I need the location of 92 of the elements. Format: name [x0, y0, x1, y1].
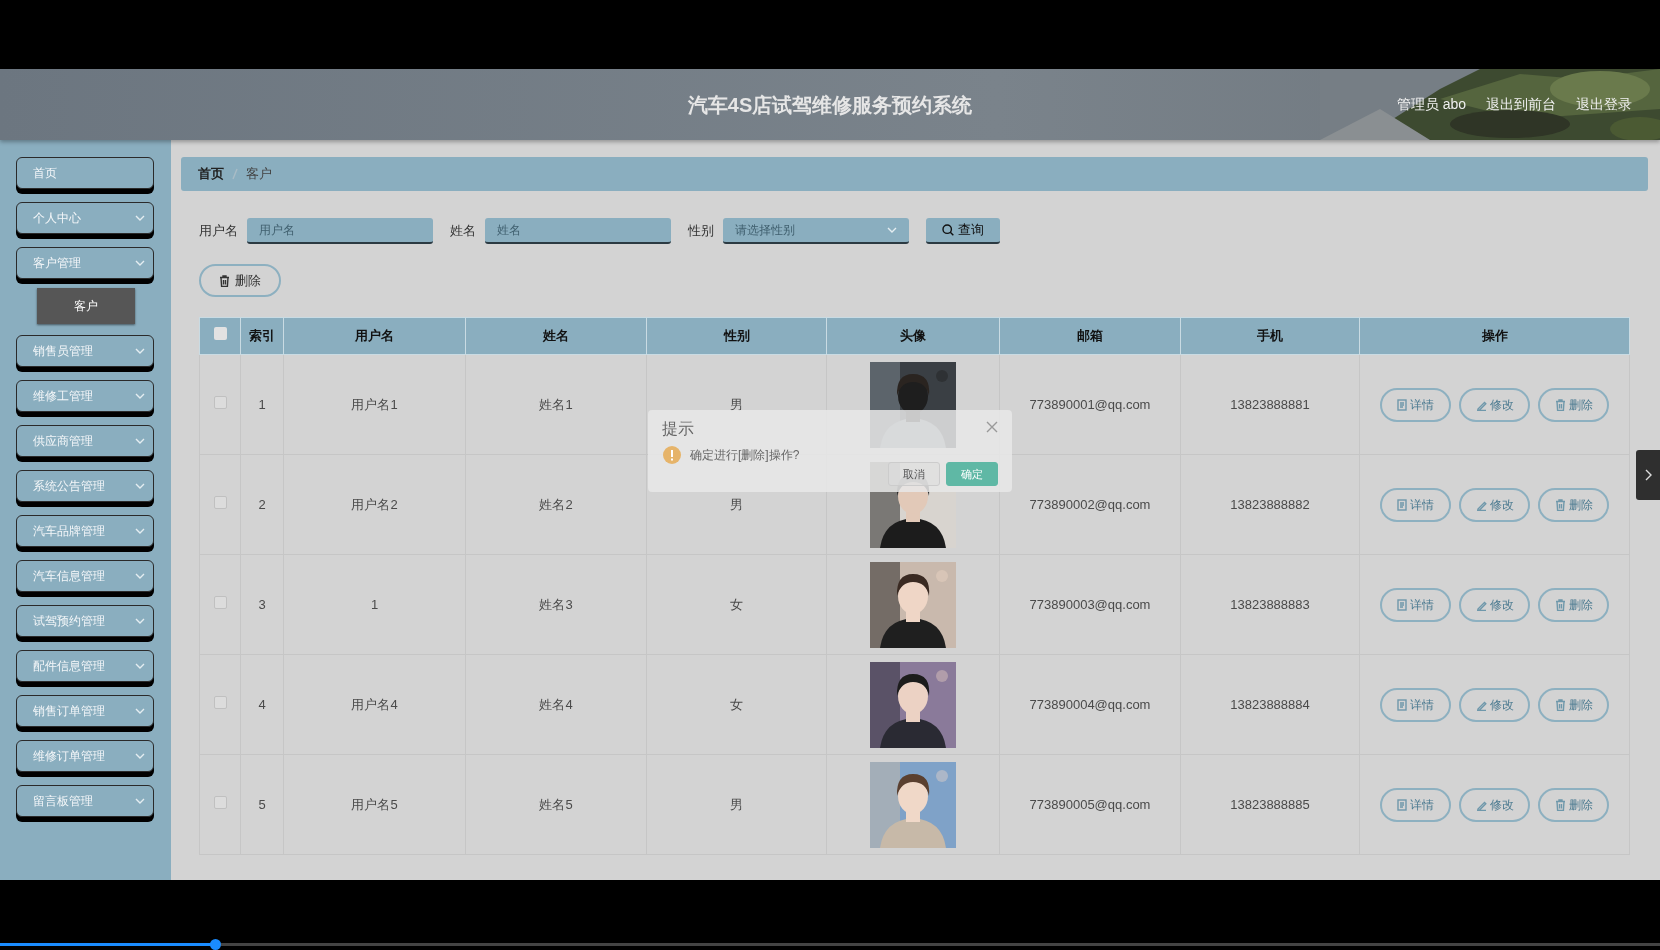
seek-handle[interactable] [209, 939, 221, 950]
delete-button[interactable]: 删除 [1538, 487, 1609, 522]
trash-icon [1554, 698, 1566, 711]
field-label: 姓名 [450, 222, 476, 241]
document-icon [1397, 698, 1407, 711]
dialog-title: 提示 [662, 419, 694, 439]
edit-button[interactable]: 修改 [1459, 587, 1530, 622]
table-cell: 773890003@qq.com [999, 554, 1181, 655]
trash-icon [1554, 598, 1566, 611]
delete-button[interactable]: 删除 [1538, 787, 1609, 822]
search-button[interactable]: 查询 [926, 218, 1000, 244]
table-cell: 13823888885 [1180, 754, 1360, 855]
column-header: 索引 [240, 317, 284, 355]
table-cell: 5 [240, 754, 284, 855]
table-cell: 773890004@qq.com [999, 654, 1181, 755]
app-title: 汽车4S店试驾维修服务预约系统 [687, 92, 973, 118]
table-cell: 姓名2 [465, 454, 647, 555]
delete-button[interactable]: 删除 [1538, 687, 1609, 722]
document-icon [1397, 798, 1407, 811]
document-icon [1397, 398, 1407, 411]
delete-button[interactable]: 删除 [1538, 387, 1609, 422]
column-header: 姓名 [465, 317, 647, 355]
header-link[interactable]: 退出到前台 [1486, 94, 1556, 115]
cancel-button[interactable]: 取消 [888, 462, 940, 486]
document-icon [1397, 498, 1407, 511]
details-button[interactable]: 详情 [1380, 587, 1451, 622]
details-button[interactable]: 详情 [1380, 687, 1451, 722]
breadcrumb-item[interactable]: 首页 [198, 164, 224, 184]
column-header: 性别 [646, 317, 827, 355]
edit-button[interactable]: 修改 [1459, 687, 1530, 722]
field-label: 性别 [688, 222, 714, 241]
table-cell: 773890005@qq.com [999, 754, 1181, 855]
checkbox[interactable] [213, 595, 227, 609]
chevron-right-icon [1644, 469, 1652, 481]
edit-button[interactable]: 修改 [1459, 387, 1530, 422]
checkbox[interactable] [213, 395, 227, 409]
table-cell: 13823888882 [1180, 454, 1360, 555]
breadcrumb-item: 客户 [246, 165, 272, 184]
table-cell: 用户名4 [283, 654, 466, 755]
column-header: 头像 [826, 317, 1000, 355]
input-field[interactable]: 用户名 [247, 218, 433, 244]
header-link[interactable]: 退出登录 [1576, 94, 1632, 115]
column-header: 用户名 [283, 317, 466, 355]
trash-icon [1554, 498, 1566, 511]
chevron-down-icon [887, 227, 897, 233]
checkbox[interactable] [213, 795, 227, 809]
side-tab[interactable] [1636, 450, 1660, 500]
trash-icon [1554, 798, 1566, 811]
table-cell: 13823888884 [1180, 654, 1360, 755]
checkbox[interactable] [213, 695, 227, 709]
slash-icon [232, 168, 238, 180]
delete-button[interactable]: 删除 [199, 264, 281, 297]
table-cell: 男 [646, 754, 827, 855]
field-label: 用户名 [199, 222, 238, 241]
table-cell: 姓名5 [465, 754, 647, 855]
table-cell: 用户名1 [283, 354, 466, 455]
table-cell: 姓名4 [465, 654, 647, 755]
table-cell: 1 [240, 354, 284, 455]
table-cell: 4 [240, 654, 284, 755]
admin-label: 管理员 abo [1396, 95, 1466, 114]
table-cell: 女 [646, 554, 827, 655]
trash-icon [219, 274, 230, 287]
sidebar-subitem[interactable]: 客户 [37, 288, 135, 324]
column-header: 邮箱 [999, 317, 1181, 355]
table-cell: 1 [283, 554, 466, 655]
input-field[interactable]: 姓名 [485, 218, 671, 244]
search-icon [942, 224, 954, 236]
table-cell: 13823888883 [1180, 554, 1360, 655]
close-icon[interactable] [986, 421, 998, 433]
details-button[interactable]: 详情 [1380, 787, 1451, 822]
table-cell: 姓名1 [465, 354, 647, 455]
column-header: 手机 [1180, 317, 1360, 355]
checkbox[interactable] [213, 495, 227, 509]
select-field[interactable]: 请选择性别 [723, 218, 909, 244]
trash-icon [1554, 398, 1566, 411]
table-cell: 用户名5 [283, 754, 466, 855]
details-button[interactable]: 详情 [1380, 387, 1451, 422]
confirm-button[interactable]: 确定 [946, 462, 998, 486]
table-cell: 姓名3 [465, 554, 647, 655]
edit-button[interactable]: 修改 [1459, 487, 1530, 522]
checkbox[interactable] [213, 327, 227, 341]
delete-button[interactable]: 删除 [1538, 587, 1609, 622]
table-cell: 用户名2 [283, 454, 466, 555]
column-header: 操作 [1359, 317, 1630, 355]
document-icon [1397, 598, 1407, 611]
table-cell: 3 [240, 554, 284, 655]
details-button[interactable]: 详情 [1380, 487, 1451, 522]
edit-button[interactable]: 修改 [1459, 787, 1530, 822]
table-cell: 2 [240, 454, 284, 555]
table-cell: 13823888881 [1180, 354, 1360, 455]
warning-icon [663, 446, 681, 464]
table-cell: 女 [646, 654, 827, 755]
